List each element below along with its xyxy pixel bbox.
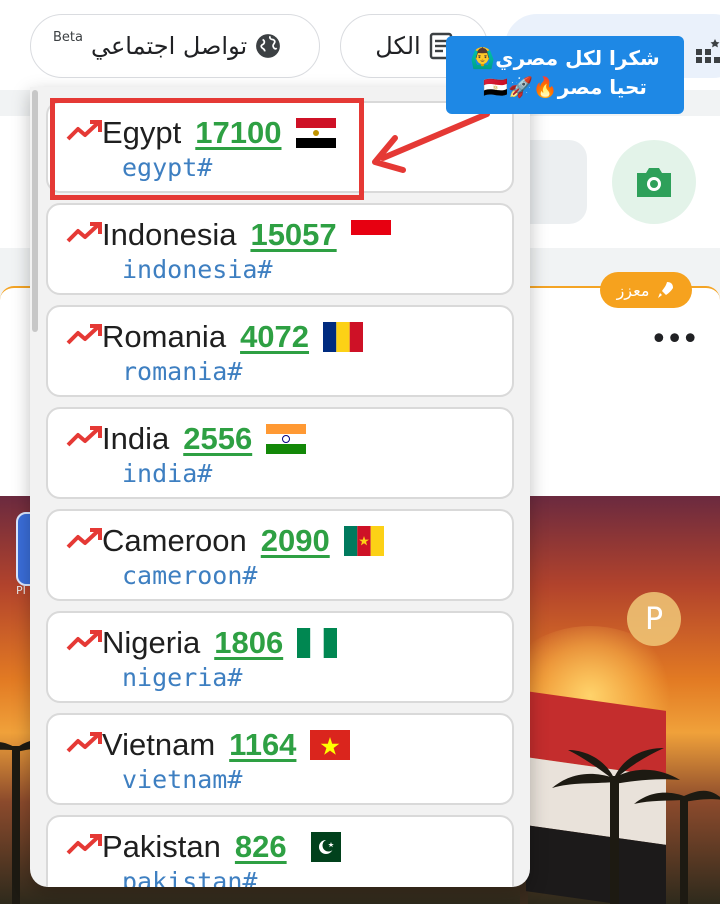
highlight-box bbox=[50, 98, 364, 200]
post-count-link[interactable]: 1806 bbox=[214, 625, 283, 661]
trend-item-header: Pakistan 826 bbox=[66, 829, 341, 865]
post-count-link[interactable]: 2090 bbox=[261, 523, 330, 559]
pakistan-flag-icon bbox=[300, 832, 341, 862]
trend-item-india[interactable]: India 2556 india# bbox=[46, 407, 514, 499]
chip-social-label: تواصل اجتماعي bbox=[90, 32, 248, 60]
trend-item-header: Romania 4072 bbox=[66, 319, 364, 355]
more-options-icon[interactable]: ••• bbox=[650, 322, 699, 357]
boost-label: معزز bbox=[616, 280, 650, 300]
trending-up-icon bbox=[66, 221, 104, 249]
trend-item-romania[interactable]: Romania 4072 romania# bbox=[46, 305, 514, 397]
country-name: Vietnam bbox=[102, 727, 216, 762]
chip-all-label: الكل bbox=[375, 32, 421, 60]
hashtag[interactable]: indonesia# bbox=[122, 255, 273, 284]
trending-up-icon bbox=[66, 731, 104, 759]
trend-item-header: Nigeria 1806 bbox=[66, 625, 338, 661]
globe-icon bbox=[256, 34, 281, 58]
callout-line-1: شكرا لكل مصري🙆‍♂️ bbox=[470, 46, 660, 70]
trend-item-header: Indonesia 15057 bbox=[66, 217, 391, 253]
hashtag[interactable]: romania# bbox=[122, 357, 242, 386]
hashtag[interactable]: vietnam# bbox=[122, 765, 242, 794]
romania-flag-icon bbox=[323, 322, 364, 352]
beta-badge: Beta bbox=[53, 29, 83, 45]
camera-button[interactable] bbox=[612, 140, 696, 224]
country-name: Romania bbox=[102, 319, 227, 354]
country-name: India bbox=[102, 421, 170, 456]
trend-item-nigeria[interactable]: Nigeria 1806 nigeria# bbox=[46, 611, 514, 703]
post-count-link[interactable]: 2556 bbox=[183, 421, 252, 457]
post-count-link[interactable]: 15057 bbox=[250, 217, 336, 253]
trend-item-vietnam[interactable]: Vietnam 1164 vietnam# bbox=[46, 713, 514, 805]
trending-up-icon bbox=[66, 833, 104, 861]
trend-item-indonesia[interactable]: Indonesia 15057 indonesia# bbox=[46, 203, 514, 295]
annotation-callout: شكرا لكل مصري🙆‍♂️ تحيا مصر🔥🚀🇪🇬 bbox=[446, 36, 684, 114]
hashtag[interactable]: cameroon# bbox=[122, 561, 257, 590]
hashtag[interactable]: nigeria# bbox=[122, 663, 242, 692]
camera-icon bbox=[637, 168, 671, 197]
chip-social[interactable]: Beta تواصل اجتماعي bbox=[30, 14, 320, 78]
pointer-arrow bbox=[372, 111, 490, 173]
india-flag-icon bbox=[266, 424, 307, 454]
rocket-icon bbox=[658, 282, 674, 298]
trend-item-header: Vietnam 1164 bbox=[66, 727, 351, 763]
trending-dropdown: Egypt 17100 egypt# Indonesia 15057 indonesia#… bbox=[30, 87, 530, 887]
trend-item-header: Cameroon 2090 bbox=[66, 523, 384, 559]
country-name: Nigeria bbox=[102, 625, 201, 660]
country-name: Pakistan bbox=[102, 829, 221, 864]
boost-badge[interactable]: معزز bbox=[600, 272, 692, 308]
trend-item-cameroon[interactable]: Cameroon 2090 cameroon# bbox=[46, 509, 514, 601]
apps-grid-icon bbox=[696, 39, 720, 63]
trending-up-icon bbox=[66, 629, 104, 657]
indonesia-flag-icon bbox=[350, 220, 391, 250]
trending-up-icon bbox=[66, 425, 104, 453]
hashtag[interactable]: pakistan# bbox=[122, 867, 257, 887]
callout-line-2: تحيا مصر🔥🚀🇪🇬 bbox=[483, 75, 647, 99]
trending-up-icon bbox=[66, 527, 104, 555]
country-name: Indonesia bbox=[102, 217, 237, 252]
scrollbar[interactable] bbox=[32, 90, 38, 332]
trending-up-icon bbox=[66, 323, 104, 351]
trend-item-pakistan[interactable]: Pakistan 826 pakistan# bbox=[46, 815, 514, 887]
post-count-link[interactable]: 4072 bbox=[240, 319, 309, 355]
cameroon-flag-icon bbox=[343, 526, 384, 556]
vietnam-flag-icon bbox=[310, 730, 351, 760]
post-count-link[interactable]: 1164 bbox=[229, 727, 296, 763]
hashtag[interactable]: india# bbox=[122, 459, 212, 488]
trend-item-header: India 2556 bbox=[66, 421, 307, 457]
nigeria-flag-icon bbox=[297, 628, 338, 658]
post-count-link[interactable]: 826 bbox=[235, 829, 287, 865]
country-name: Cameroon bbox=[102, 523, 247, 558]
composer-input[interactable] bbox=[525, 140, 587, 224]
